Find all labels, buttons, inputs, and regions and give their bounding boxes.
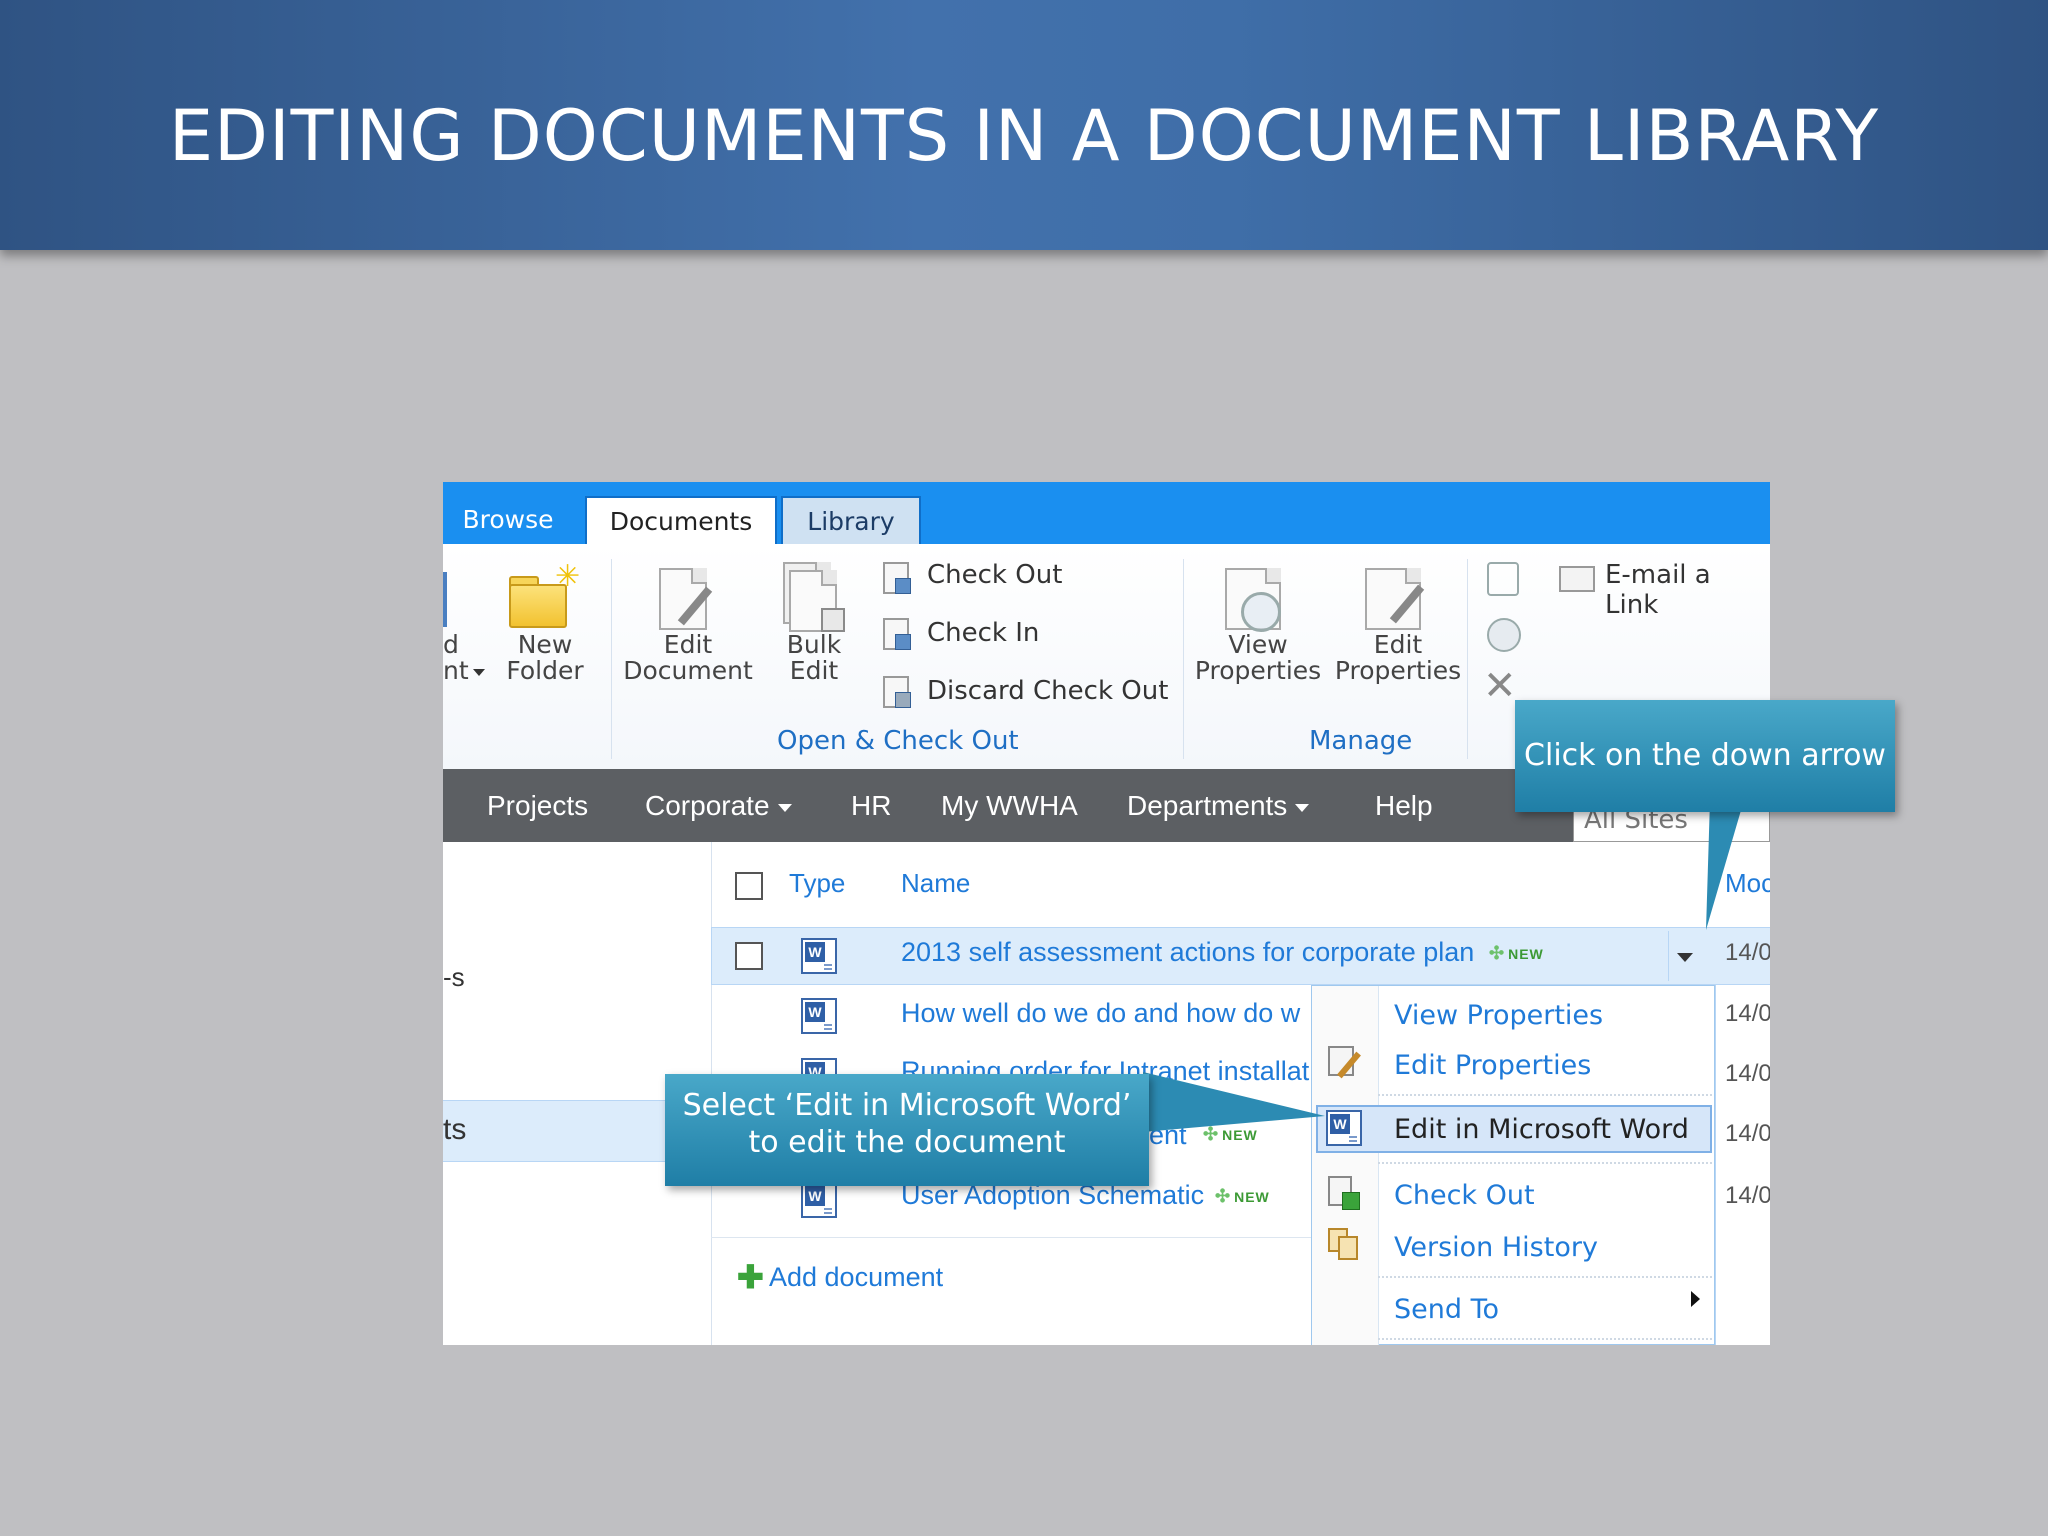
discard-check-out-label: Discard Check Out bbox=[927, 676, 1169, 706]
column-header-type[interactable]: Type bbox=[789, 868, 845, 899]
callout-pointer bbox=[1143, 1072, 1325, 1132]
callout-down-arrow-text: Click on the down arrow bbox=[1524, 738, 1886, 773]
quick-launch-item-label: ts bbox=[443, 1113, 467, 1146]
menu-item-edit-in-word-label: Edit in Microsoft Word bbox=[1394, 1114, 1689, 1145]
add-document-link[interactable]: Add document bbox=[769, 1262, 943, 1293]
new-folder-label-2: Folder bbox=[506, 656, 584, 685]
add-icon[interactable]: ✚ bbox=[737, 1261, 764, 1293]
document-link[interactable]: 2013 self assessment actions for corpora… bbox=[901, 937, 1474, 968]
edit-properties-label-1: Edit bbox=[1373, 630, 1423, 659]
callout-edit-in-word-line2: to edit the document bbox=[748, 1125, 1066, 1160]
menu-item-send-to[interactable]: Send To bbox=[1394, 1294, 1499, 1325]
tab-browse[interactable]: Browse bbox=[443, 496, 573, 544]
slide-title-bar: EDITING DOCUMENTS IN A DOCUMENT LIBRARY bbox=[0, 0, 2048, 250]
row-checkbox[interactable] bbox=[735, 942, 763, 970]
quick-launch-item[interactable]: -s bbox=[443, 962, 465, 993]
envelope-icon bbox=[1559, 566, 1595, 592]
delete-icon[interactable]: ✕ bbox=[1483, 666, 1517, 706]
chevron-down-icon bbox=[777, 803, 792, 812]
modified-date: 14/0 bbox=[1725, 1000, 1770, 1027]
modified-date: 14/0 bbox=[1725, 939, 1770, 966]
callout-edit-in-word-line1: Select ‘Edit in Microsoft Word’ bbox=[682, 1088, 1132, 1123]
chevron-down-icon bbox=[1295, 803, 1310, 812]
menu-item-version-history[interactable]: Version History bbox=[1394, 1232, 1598, 1263]
edit-properties-label-2: Properties bbox=[1334, 656, 1462, 685]
menu-item-view-properties[interactable]: View Properties bbox=[1394, 1000, 1603, 1031]
nav-departments-label: Departments bbox=[1127, 790, 1288, 821]
item-context-menu: View Properties Edit Properties W Edit i… bbox=[1311, 985, 1715, 1345]
new-folder-label-1: New bbox=[517, 630, 573, 659]
menu-item-check-out[interactable]: Check Out bbox=[1394, 1180, 1535, 1211]
chevron-right-icon bbox=[1691, 1291, 1700, 1307]
word-document-icon: W bbox=[801, 1182, 837, 1218]
callout-down-arrow: Click on the down arrow bbox=[1515, 700, 1895, 812]
word-document-icon: W bbox=[801, 998, 837, 1034]
version-history-icon[interactable] bbox=[1487, 562, 1519, 596]
nav-my-wwha[interactable]: My WWHA bbox=[941, 769, 1078, 842]
check-in-label: Check In bbox=[927, 618, 1040, 648]
document-link[interactable]: How well do we do and how do w bbox=[901, 998, 1311, 1029]
email-link-label: E-mail a Link bbox=[1605, 560, 1711, 620]
new-badge: ✣ NEW bbox=[1489, 943, 1544, 963]
sharepoint-screenshot: Browse Documents Library d nt ✳ New Fold… bbox=[443, 482, 1770, 1345]
menu-item-edit-properties[interactable]: Edit Properties bbox=[1394, 1050, 1591, 1081]
bulk-edit-label-2: Edit bbox=[789, 656, 839, 685]
view-properties-label-1: View bbox=[1228, 630, 1288, 659]
permissions-icon[interactable] bbox=[1487, 618, 1521, 652]
word-document-icon: W bbox=[801, 938, 837, 974]
version-history-icon bbox=[1326, 1226, 1362, 1262]
column-header-name[interactable]: Name bbox=[901, 868, 970, 899]
check-out-label: Check Out bbox=[927, 560, 1063, 590]
edit-document-label-2: Document bbox=[623, 656, 753, 685]
slide-title: EDITING DOCUMENTS IN A DOCUMENT LIBRARY bbox=[168, 95, 1880, 177]
new-document-icon bbox=[443, 572, 447, 627]
nav-corporate-label: Corporate bbox=[645, 790, 770, 821]
tab-library[interactable]: Library bbox=[781, 496, 921, 544]
modified-date: 14/0 bbox=[1725, 1182, 1770, 1209]
bulk-edit-label-1: Bulk bbox=[786, 630, 842, 659]
callout-edit-in-word: Select ‘Edit in Microsoft Word’ to edit … bbox=[665, 1074, 1149, 1186]
view-properties-label-2: Properties bbox=[1194, 656, 1322, 685]
callout-pointer bbox=[1706, 800, 1744, 930]
chevron-down-icon bbox=[472, 668, 485, 676]
ribbon-tab-bar: Browse Documents Library bbox=[443, 482, 1770, 546]
new-badge: ✣ NEW bbox=[1215, 1186, 1270, 1206]
edit-document-label-1: Edit bbox=[663, 630, 713, 659]
item-dropdown-arrow[interactable] bbox=[1668, 931, 1699, 981]
check-out-icon bbox=[1326, 1176, 1362, 1212]
nav-help[interactable]: Help bbox=[1375, 769, 1433, 842]
tab-documents[interactable]: Documents bbox=[585, 496, 777, 544]
sparkle-icon: ✳ bbox=[555, 559, 581, 594]
new-badge-label: NEW bbox=[1508, 946, 1544, 962]
nav-hr[interactable]: HR bbox=[851, 769, 891, 842]
group-label-open-check-out: Open & Check Out bbox=[777, 726, 1019, 756]
group-label-manage: Manage bbox=[1309, 726, 1413, 756]
new-document-label-2: nt bbox=[443, 656, 469, 685]
nav-projects[interactable]: Projects bbox=[487, 769, 588, 842]
nav-corporate[interactable]: Corporate bbox=[645, 769, 792, 842]
modified-date: 14/0 bbox=[1725, 1060, 1770, 1087]
nav-departments[interactable]: Departments bbox=[1127, 769, 1310, 842]
select-all-checkbox[interactable] bbox=[735, 872, 763, 900]
modified-date: 14/0 bbox=[1725, 1120, 1770, 1147]
new-document-label-1: d bbox=[443, 630, 459, 659]
new-badge-label: NEW bbox=[1234, 1189, 1270, 1205]
